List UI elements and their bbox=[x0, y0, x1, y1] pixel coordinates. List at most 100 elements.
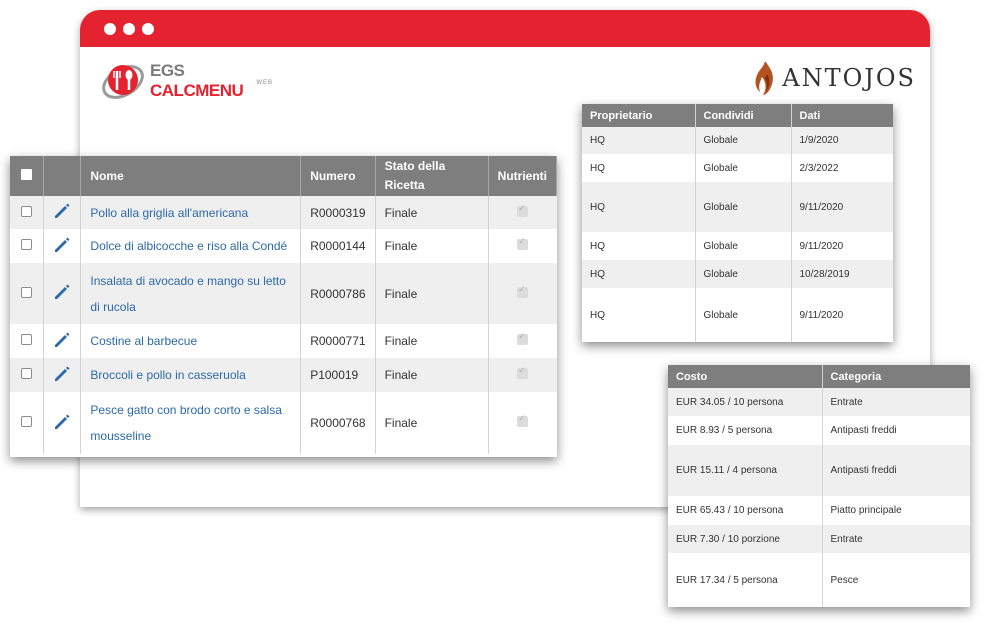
cost-cell: EUR 8.93 / 5 persona bbox=[668, 416, 823, 445]
nutrients-cell bbox=[488, 263, 557, 324]
row-select-cell bbox=[10, 196, 45, 229]
date-cell: 2/3/2022 bbox=[791, 154, 893, 182]
recipe-number: R0000768 bbox=[300, 392, 376, 454]
owner-cell: HQ bbox=[582, 154, 696, 182]
nutrients-cell bbox=[488, 196, 557, 229]
column-header-date[interactable]: Dati bbox=[791, 104, 893, 127]
table-row: HQ Globale 2/3/2022 bbox=[582, 154, 893, 182]
edit-cell bbox=[43, 358, 82, 392]
edit-column-header bbox=[43, 156, 82, 196]
date-cell: 9/11/2020 bbox=[791, 232, 893, 260]
cost-cell: EUR 17.34 / 5 persona bbox=[668, 553, 823, 607]
table-row: Insalata di avocado e mango su letto di … bbox=[10, 263, 557, 324]
recipe-status: Finale bbox=[375, 229, 489, 263]
recipe-status: Finale bbox=[375, 196, 489, 229]
share-cell: Globale bbox=[695, 288, 792, 342]
nutrients-cell bbox=[488, 358, 557, 392]
recipe-name-link[interactable]: Insalata di avocado e mango su letto di … bbox=[80, 263, 302, 324]
table-row: HQ Globale 9/11/2020 bbox=[582, 182, 893, 232]
recipe-name-link[interactable]: Pesce gatto con brodo corto e salsa mous… bbox=[80, 392, 302, 454]
row-checkbox[interactable] bbox=[21, 334, 33, 345]
date-cell: 10/28/2019 bbox=[791, 260, 893, 288]
antojos-logo: ANTOJOS bbox=[754, 60, 916, 96]
column-header-share[interactable]: Condividi bbox=[695, 104, 792, 127]
table-row: Pesce gatto con brodo corto e salsa mous… bbox=[10, 392, 557, 454]
row-checkbox[interactable] bbox=[21, 239, 33, 250]
pencil-icon[interactable] bbox=[53, 236, 71, 254]
select-all-checkbox[interactable] bbox=[21, 169, 33, 180]
row-checkbox[interactable] bbox=[21, 205, 33, 217]
table-row: EUR 8.93 / 5 persona Antipasti freddi bbox=[668, 416, 970, 445]
column-header-owner[interactable]: Proprietario bbox=[582, 104, 696, 127]
pencil-icon[interactable] bbox=[53, 413, 71, 431]
date-cell: 9/11/2020 bbox=[791, 288, 893, 342]
nutrients-checkbox bbox=[517, 365, 529, 379]
table-row: Pollo alla griglia all'americana R000031… bbox=[10, 196, 557, 229]
recipe-number: P100019 bbox=[300, 358, 376, 392]
nutrients-cell bbox=[488, 324, 557, 358]
category-cell: Pesce bbox=[822, 553, 970, 607]
logo-text-egs: EGS bbox=[150, 61, 185, 80]
row-checkbox[interactable] bbox=[21, 416, 33, 427]
edit-cell bbox=[43, 196, 82, 229]
pencil-icon[interactable] bbox=[53, 365, 71, 383]
cost-cell: EUR 7.30 / 10 porzione bbox=[668, 525, 823, 553]
window-dot-icon[interactable] bbox=[123, 22, 135, 35]
row-checkbox[interactable] bbox=[21, 286, 33, 298]
column-header-status[interactable]: Stato della Ricetta bbox=[375, 156, 489, 196]
row-select-cell bbox=[10, 358, 45, 392]
date-cell: 1/9/2020 bbox=[791, 127, 893, 154]
nutrients-cell bbox=[488, 229, 557, 263]
table-row: Broccoli e pollo in casseruola P100019 F… bbox=[10, 358, 557, 392]
column-header-number[interactable]: Numero bbox=[300, 156, 376, 196]
recipe-name-link[interactable]: Pollo alla griglia all'americana bbox=[80, 196, 302, 229]
table-row: EUR 65.43 / 10 persona Piatto principale bbox=[668, 496, 970, 525]
recipe-name-link[interactable]: Broccoli e pollo in casseruola bbox=[80, 358, 302, 392]
column-header-name[interactable]: Nome bbox=[80, 156, 302, 196]
recipe-number: R0000319 bbox=[300, 196, 376, 229]
category-cell: Antipasti freddi bbox=[822, 416, 970, 445]
row-select-cell bbox=[10, 392, 45, 454]
pencil-icon[interactable] bbox=[53, 202, 71, 220]
cost-cell: EUR 34.05 / 10 persona bbox=[668, 388, 823, 416]
pencil-icon[interactable] bbox=[53, 283, 71, 301]
owner-cell: HQ bbox=[582, 288, 696, 342]
recipe-status: Finale bbox=[375, 263, 489, 324]
column-header-nutrients[interactable]: Nutrienti bbox=[488, 156, 558, 196]
date-cell: 9/11/2020 bbox=[791, 182, 893, 232]
owner-cell: HQ bbox=[582, 127, 696, 154]
column-header-category[interactable]: Categoria bbox=[822, 365, 970, 388]
browser-title-bar bbox=[80, 10, 930, 47]
edit-cell bbox=[43, 324, 82, 358]
window-dot-icon[interactable] bbox=[104, 22, 116, 35]
nutrients-checkbox bbox=[517, 331, 529, 345]
row-select-cell bbox=[10, 263, 45, 324]
recipe-name-link[interactable]: Dolce di albicocche e riso alla Condé bbox=[80, 229, 302, 263]
nutrients-checkbox bbox=[517, 413, 529, 427]
category-cell: Entrate bbox=[822, 525, 970, 553]
row-checkbox[interactable] bbox=[21, 368, 33, 379]
table-row: HQ Globale 10/28/2019 bbox=[582, 260, 893, 288]
cost-cell: EUR 65.43 / 10 persona bbox=[668, 496, 823, 525]
share-cell: Globale bbox=[695, 232, 792, 260]
recipe-name-link[interactable]: Costine al barbecue bbox=[80, 324, 302, 358]
row-select-cell bbox=[10, 324, 45, 358]
recipe-number: R0000786 bbox=[300, 263, 376, 324]
window-dot-icon[interactable] bbox=[142, 22, 154, 35]
recipe-status: Finale bbox=[375, 324, 489, 358]
select-all-header[interactable] bbox=[10, 156, 45, 196]
egs-calcmenu-logo: EGS CALCMENU WEB bbox=[100, 58, 275, 104]
column-header-cost[interactable]: Costo bbox=[668, 365, 823, 388]
recipe-number: R0000771 bbox=[300, 324, 376, 358]
table-row: HQ Globale 9/11/2020 bbox=[582, 288, 893, 342]
table-row: HQ Globale 9/11/2020 bbox=[582, 232, 893, 260]
table-row: EUR 7.30 / 10 porzione Entrate bbox=[668, 525, 970, 553]
pencil-icon[interactable] bbox=[53, 331, 71, 349]
recipe-status: Finale bbox=[375, 358, 489, 392]
category-cell: Piatto principale bbox=[822, 496, 970, 525]
antojos-wordmark: ANTOJOS bbox=[782, 64, 916, 92]
edit-cell bbox=[43, 392, 82, 454]
table-row: EUR 17.34 / 5 persona Pesce bbox=[668, 553, 970, 607]
edit-cell bbox=[43, 229, 82, 263]
row-select-cell bbox=[10, 229, 45, 263]
